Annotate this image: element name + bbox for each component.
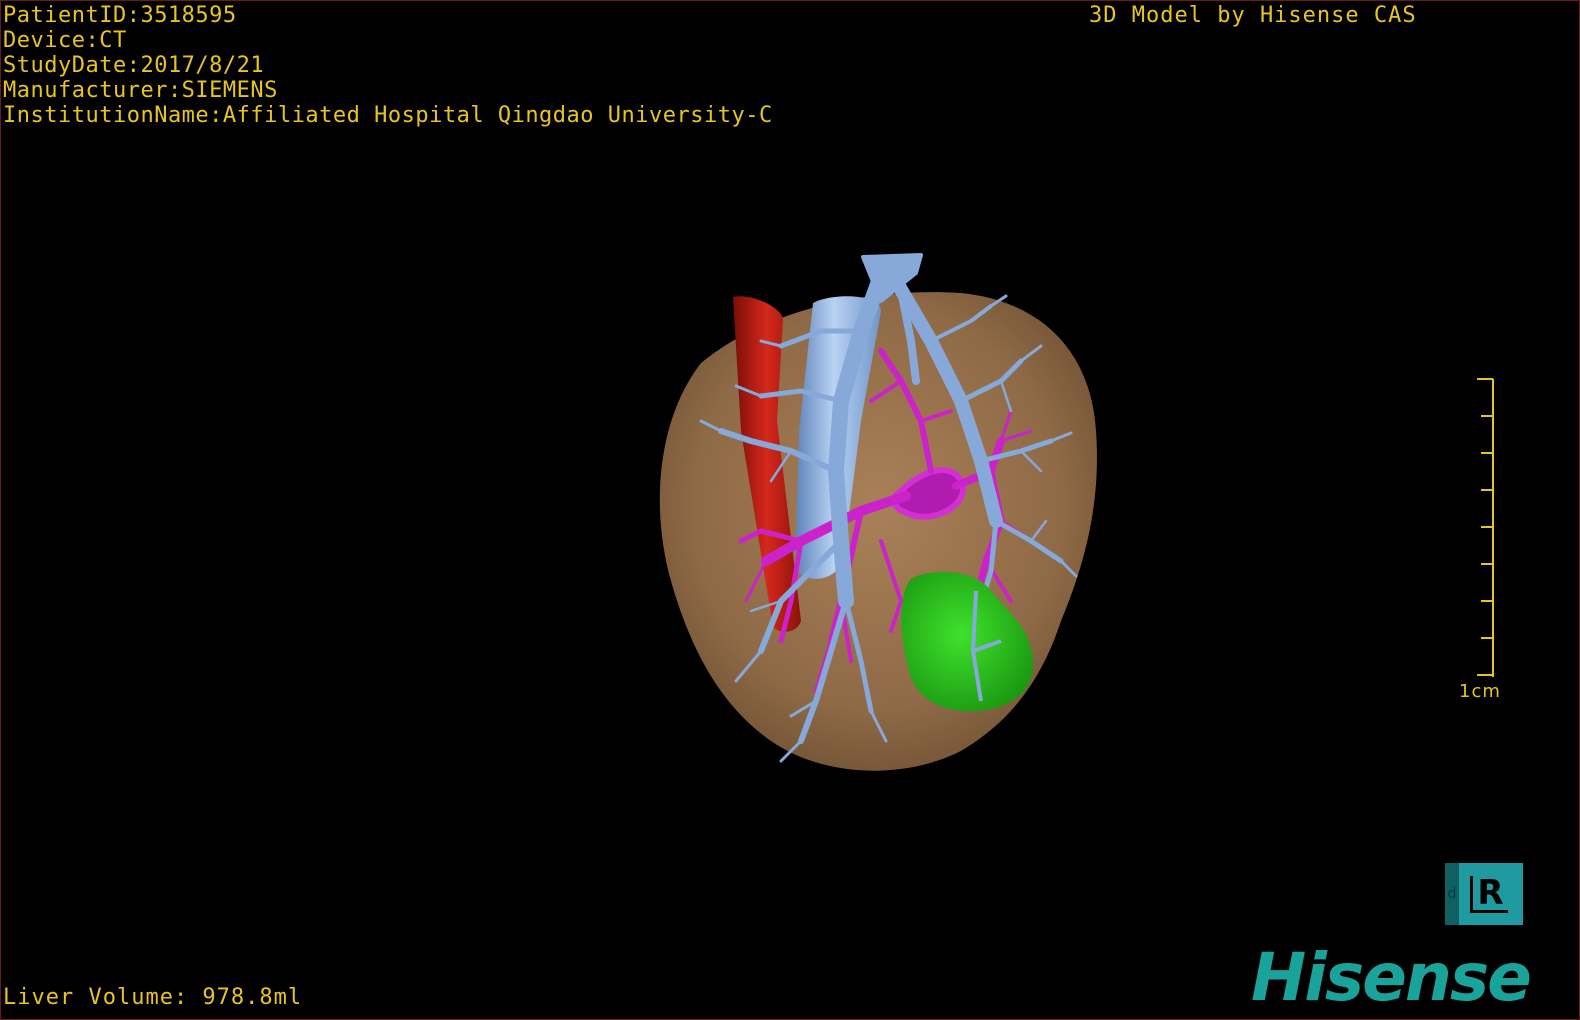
3d-viewport[interactable]: PatientID:3518595 Device:CT StudyDate:20…: [0, 0, 1580, 1020]
liver-3d-model[interactable]: [1, 1, 1580, 1020]
view-mode-button[interactable]: d R: [1445, 863, 1523, 925]
hisense-logo: Hisense: [1251, 939, 1532, 1016]
liver-volume-text: Liver Volume: 978.8ml: [3, 985, 303, 1010]
scale-label: 1cm: [1459, 681, 1501, 702]
scale-bar: [1477, 378, 1494, 677]
liver-surface[interactable]: [659, 292, 1097, 771]
rotate-mode-icon: R: [1470, 875, 1508, 913]
mode-tab[interactable]: d: [1445, 863, 1459, 925]
